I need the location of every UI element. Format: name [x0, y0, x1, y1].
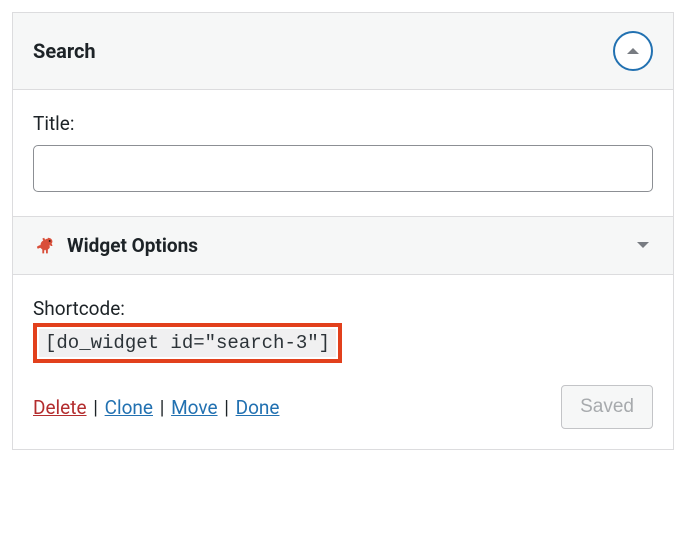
shortcode-highlight: [do_widget id="search-3"]: [33, 323, 342, 363]
widget-actions: Delete | Clone | Move | Done Saved: [33, 385, 653, 429]
widget-options-left: Widget Options: [35, 234, 198, 257]
delete-link[interactable]: Delete: [33, 396, 87, 419]
shortcode-label: Shortcode:: [33, 297, 653, 320]
widget-title: Search: [33, 39, 96, 63]
separator: |: [155, 396, 169, 419]
action-links: Delete | Clone | Move | Done: [33, 396, 279, 419]
saved-button[interactable]: Saved: [561, 385, 653, 429]
collapse-button[interactable]: [613, 31, 653, 71]
widget-body: Title:: [13, 90, 673, 216]
widget-panel: Search Title: Widget Options Shortcode:: [12, 12, 674, 450]
shortcode-value: [do_widget id="search-3"]: [39, 329, 336, 357]
title-input[interactable]: [33, 145, 653, 192]
widget-options-heading: Widget Options: [67, 234, 198, 257]
chevron-up-icon: [626, 44, 640, 59]
move-link[interactable]: Move: [171, 396, 217, 419]
title-field-label: Title:: [33, 112, 653, 135]
dinosaur-icon: [35, 235, 57, 257]
widget-footer: Shortcode: [do_widget id="search-3"] Del…: [13, 275, 673, 449]
chevron-down-icon: [635, 236, 651, 255]
widget-options-toggle[interactable]: Widget Options: [13, 216, 673, 275]
widget-header: Search: [13, 13, 673, 90]
clone-link[interactable]: Clone: [105, 396, 153, 419]
separator: |: [89, 396, 103, 419]
separator: |: [220, 396, 234, 419]
done-link[interactable]: Done: [236, 396, 280, 419]
